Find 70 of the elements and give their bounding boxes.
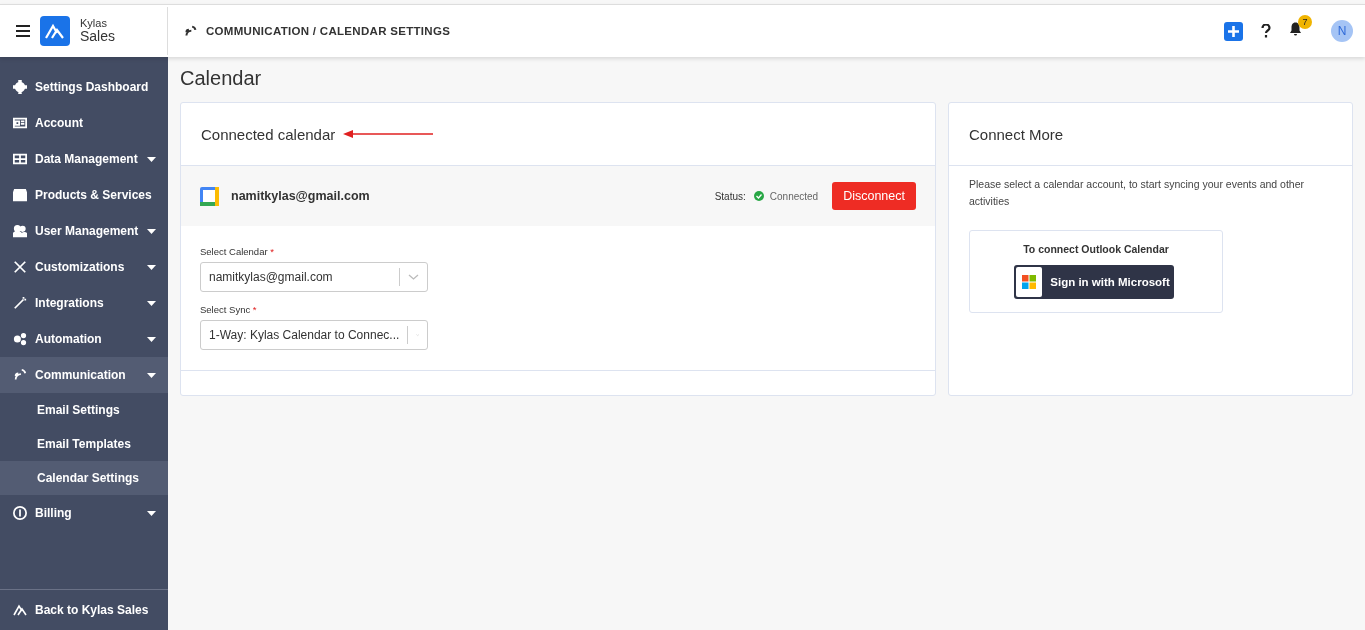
calendar-icon bbox=[200, 186, 219, 206]
sidebar-item[interactable]: Settings Dashboard bbox=[0, 69, 168, 105]
cogs-icon bbox=[13, 332, 27, 346]
sidebar-label: Integrations bbox=[35, 296, 105, 310]
back-link[interactable]: Back to Kylas Sales bbox=[0, 589, 168, 630]
submenu-item[interactable]: Email Templates bbox=[0, 427, 168, 461]
coin-icon bbox=[13, 506, 27, 520]
chevron-down-icon bbox=[408, 274, 419, 280]
select-field[interactable]: 1-Way: Kylas Calendar to Connec... bbox=[200, 320, 428, 350]
submenu-item[interactable]: Email Settings bbox=[0, 393, 168, 427]
notification-badge: 7 bbox=[1298, 15, 1312, 29]
sidebar-item[interactable]: Data Management bbox=[0, 141, 168, 177]
check-circle-icon bbox=[753, 191, 764, 201]
card-title: Connect More bbox=[969, 125, 1064, 143]
tools-icon bbox=[13, 260, 27, 274]
sidebar-item[interactable]: Customizations bbox=[0, 249, 168, 285]
sidebar-label: Communication bbox=[35, 368, 127, 382]
sidebar-label: User Management bbox=[35, 224, 139, 238]
page-title: Calendar bbox=[180, 67, 263, 90]
sidebar-label: Data Management bbox=[35, 152, 139, 166]
caret-icon bbox=[147, 156, 156, 162]
caret-icon bbox=[147, 372, 156, 378]
status-label: Status: bbox=[714, 190, 746, 202]
field-label: Select Calendar * bbox=[200, 246, 275, 257]
account-email: namitkylas@gmail.com bbox=[231, 189, 371, 203]
product-name: Sales bbox=[80, 29, 116, 45]
card-title: Connected calendar bbox=[201, 125, 336, 143]
sidebar-label: Customizations bbox=[35, 260, 126, 274]
caret-icon bbox=[147, 228, 156, 234]
logo-icon bbox=[13, 604, 27, 616]
submenu-item[interactable]: Calendar Settings bbox=[0, 461, 168, 495]
menu-icon[interactable] bbox=[16, 25, 30, 37]
magic-wand-icon bbox=[13, 296, 27, 310]
status-text: Connected bbox=[769, 190, 819, 202]
sidebar-label: Products & Services bbox=[35, 188, 153, 202]
sidebar-label: Billing bbox=[35, 506, 73, 520]
sidebar-item[interactable]: Integrations bbox=[0, 285, 168, 321]
microsoft-signin-button[interactable]: Sign in with Microsoft bbox=[1014, 264, 1174, 299]
field-label: Select Sync * bbox=[200, 304, 258, 315]
sidebar-item[interactable]: Automation bbox=[0, 321, 168, 357]
id-card-icon bbox=[13, 116, 27, 130]
sidebar-item[interactable]: Billing bbox=[0, 495, 168, 531]
sidebar-item[interactable]: User Management bbox=[0, 213, 168, 249]
caret-icon bbox=[147, 264, 156, 270]
breadcrumb: COMMUNICATION / CALENDAR SETTINGS bbox=[206, 25, 451, 37]
gear-icon bbox=[13, 80, 27, 94]
box-icon bbox=[13, 188, 27, 202]
sidebar-item[interactable]: Products & Services bbox=[0, 177, 168, 213]
sidebar-item[interactable]: Communication bbox=[0, 357, 168, 393]
brand-name: Kylas bbox=[80, 17, 107, 30]
caret-icon bbox=[147, 336, 156, 342]
users-icon bbox=[13, 224, 27, 238]
sidebar-item[interactable]: Account bbox=[0, 105, 168, 141]
bell-icon[interactable] bbox=[1289, 22, 1302, 36]
satellite-icon bbox=[184, 24, 197, 38]
table-icon bbox=[13, 152, 27, 166]
help-icon[interactable] bbox=[1261, 24, 1271, 38]
sidebar-label: Account bbox=[35, 116, 84, 130]
sidebar-label: Settings Dashboard bbox=[35, 80, 150, 94]
logo-icon bbox=[40, 16, 70, 46]
windows-logo-icon bbox=[1022, 274, 1037, 289]
caret-icon bbox=[147, 510, 156, 516]
sidebar-label: Automation bbox=[35, 332, 103, 346]
caret-icon bbox=[147, 300, 156, 306]
disconnect-button[interactable]: Disconnect bbox=[832, 182, 916, 210]
select-field[interactable]: namitkylas@gmail.com bbox=[200, 262, 428, 292]
description: Please select a calendar account, to start syncing your events and other activities bbox=[969, 177, 1306, 209]
add-icon[interactable] bbox=[1224, 21, 1243, 41]
satellite-icon bbox=[13, 368, 27, 382]
outlook-label: To connect Outlook Calendar bbox=[1023, 242, 1169, 255]
